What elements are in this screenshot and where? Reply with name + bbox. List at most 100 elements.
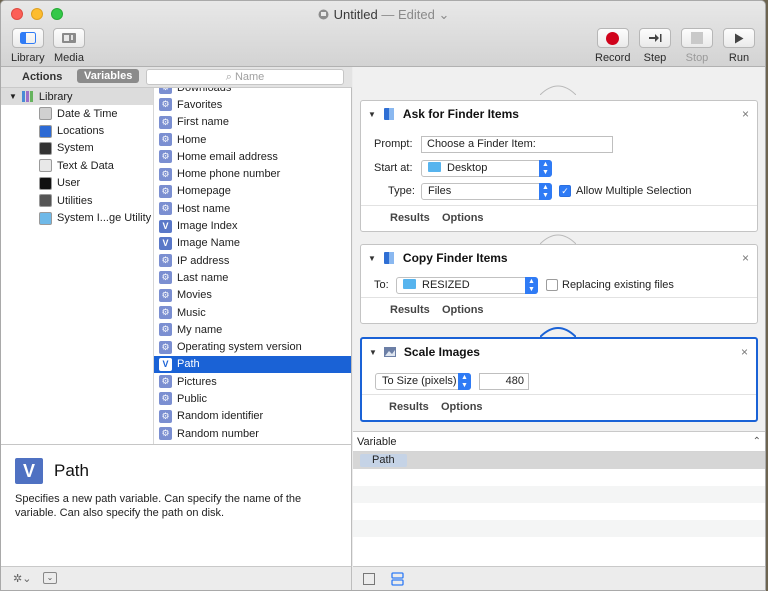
action-header[interactable]: ▼ Copy Finder Items <box>361 245 757 271</box>
action-header[interactable]: ▼ Scale Images <box>362 339 756 365</box>
library-item-label: System I...ge Utility <box>57 212 152 225</box>
gear-menu-icon[interactable]: ✲⌄ <box>13 572 31 585</box>
right-bottom-bar <box>353 566 765 590</box>
variable-gear-icon: ⚙ <box>159 202 172 216</box>
category-icon <box>39 194 52 208</box>
variable-gear-icon: ⚙ <box>159 254 172 268</box>
category-icon <box>39 141 52 155</box>
variable-token[interactable]: Path <box>360 454 407 467</box>
action-ask-for-finder-items[interactable]: ▼ Ask for Finder Items × Prompt: Choose … <box>360 100 758 232</box>
action-scale-images[interactable]: ▼ Scale Images × To Size (pixels) ▲ ▼ 480… <box>360 337 758 422</box>
to-popup[interactable]: RESIZED ▲ ▼ <box>396 277 538 294</box>
variable-list-item[interactable]: ⚙ Home phone number <box>154 165 351 182</box>
tab-variables[interactable]: Variables <box>77 69 140 83</box>
table-row <box>353 520 765 537</box>
stop-button[interactable]: Stop <box>681 28 713 64</box>
library-item[interactable]: System <box>1 140 153 157</box>
library-button[interactable]: Library <box>11 28 45 64</box>
variable-v-icon: V <box>159 357 172 371</box>
close-action-icon[interactable]: × <box>742 251 749 265</box>
variable-item-label: My name <box>177 323 223 336</box>
variable-list-item[interactable]: ⚙ Last name <box>154 269 351 286</box>
results-tab[interactable]: Results <box>390 304 430 316</box>
allow-multiple-checkbox[interactable]: ✓ <box>559 185 571 197</box>
variable-list-item[interactable]: ⚙ Public <box>154 390 351 407</box>
library-root-item[interactable]: ▼ Library <box>1 88 153 105</box>
variable-list-item[interactable]: ⚙ Random number <box>154 425 351 442</box>
toggle-description-icon[interactable]: ⌄ <box>43 572 57 584</box>
disclosure-triangle-icon[interactable]: ▼ <box>9 92 17 101</box>
variables-view-icon[interactable] <box>391 572 404 586</box>
action-title: Copy Finder Items <box>402 251 508 265</box>
collapse-triangle-icon[interactable]: ▼ <box>368 254 376 263</box>
variable-list-item[interactable]: ⚙ Favorites <box>154 96 351 113</box>
library-item[interactable]: User <box>1 175 153 192</box>
tab-actions[interactable]: Actions <box>14 70 70 84</box>
variable-item-label: IP address <box>177 254 230 267</box>
collapse-triangle-icon[interactable]: ▼ <box>368 110 376 119</box>
variable-list-item[interactable]: ⚙ Home email address <box>154 148 351 165</box>
table-row[interactable]: Path <box>353 452 765 469</box>
variable-list-item[interactable]: V Path <box>154 355 351 374</box>
results-tab[interactable]: Results <box>389 401 429 413</box>
library-item[interactable]: System I...ge Utility <box>1 209 153 226</box>
variable-item-label: Operating system version <box>177 341 302 354</box>
variable-list-item[interactable]: ⚙ Downloads <box>154 88 351 96</box>
action-copy-finder-items[interactable]: ▼ Copy Finder Items × To: RESIZED ▲ ▼ Rep… <box>360 244 758 324</box>
collapse-triangle-icon[interactable]: ▼ <box>369 348 377 357</box>
workflow-area: ▼ Ask for Finder Items × Prompt: Choose … <box>353 67 765 432</box>
variable-list-item[interactable]: ⚙ First name <box>154 114 351 131</box>
variable-list-item[interactable]: ⚙ My name <box>154 321 351 338</box>
variable-list-item[interactable]: ⚙ Movies <box>154 287 351 304</box>
variable-list-item[interactable]: ⚙ Homepage <box>154 183 351 200</box>
log-view-icon[interactable] <box>363 573 375 585</box>
variable-list-item[interactable]: ⚙ Random identifier <box>154 408 351 425</box>
connector-notch <box>540 85 576 95</box>
variable-list-item[interactable]: ⚙ Home <box>154 131 351 148</box>
category-icon <box>39 176 52 190</box>
variable-gear-icon: ⚙ <box>159 392 172 406</box>
variable-item-label: Random identifier <box>177 410 264 423</box>
options-tab[interactable]: Options <box>442 212 484 224</box>
library-item[interactable]: Date & Time <box>1 105 153 122</box>
close-action-icon[interactable]: × <box>741 345 748 359</box>
window-title[interactable]: Untitled — Edited ⌄ <box>1 7 765 23</box>
to-value: RESIZED <box>422 279 470 291</box>
variable-list-item[interactable]: ⚙ Music <box>154 304 351 321</box>
library-item[interactable]: Utilities <box>1 192 153 209</box>
record-button[interactable]: Record <box>595 28 630 64</box>
library-item[interactable]: Locations <box>1 122 153 139</box>
category-icon <box>39 124 52 138</box>
scale-mode-popup[interactable]: To Size (pixels) ▲ ▼ <box>375 373 471 390</box>
size-field[interactable]: 480 <box>479 373 529 390</box>
variable-gear-icon: ⚙ <box>159 150 172 164</box>
replacing-label: Replacing existing files <box>562 279 674 291</box>
options-tab[interactable]: Options <box>441 401 483 413</box>
options-tab[interactable]: Options <box>442 304 484 316</box>
variable-list-item[interactable]: ⚙ IP address <box>154 252 351 269</box>
step-button[interactable]: Step <box>639 28 671 64</box>
variable-list-item[interactable]: V Image Name <box>154 235 351 252</box>
type-popup[interactable]: Files ▲ ▼ <box>421 183 552 200</box>
run-button[interactable]: Run <box>723 28 755 64</box>
variable-list-item[interactable]: V Image Index <box>154 217 351 234</box>
variables-table: Variable ⌃ Path <box>353 432 765 566</box>
close-action-icon[interactable]: × <box>742 107 749 121</box>
category-icon <box>39 211 52 225</box>
start-at-popup[interactable]: Desktop ▲ ▼ <box>421 160 552 177</box>
media-icon <box>62 33 76 43</box>
variable-list-item[interactable]: ⚙ Host name <box>154 200 351 217</box>
prompt-field[interactable]: Choose a Finder Item: <box>421 136 613 153</box>
search-field[interactable]: ⌕ Name <box>146 69 344 85</box>
media-button[interactable]: Media <box>53 28 85 64</box>
variable-list-item[interactable]: ⚙ Pictures <box>154 373 351 390</box>
results-tab[interactable]: Results <box>390 212 430 224</box>
variables-table-header[interactable]: Variable ⌃ <box>353 432 765 452</box>
search-placeholder: Name <box>234 71 265 83</box>
action-header[interactable]: ▼ Ask for Finder Items <box>361 101 757 127</box>
variable-list-item[interactable]: ⚙ Operating system version <box>154 338 351 355</box>
scale-mode-value: To Size (pixels) <box>382 375 457 387</box>
sort-chevron-icon[interactable]: ⌃ <box>753 432 761 452</box>
replacing-checkbox[interactable] <box>546 279 558 291</box>
library-item[interactable]: Text & Data <box>1 157 153 174</box>
